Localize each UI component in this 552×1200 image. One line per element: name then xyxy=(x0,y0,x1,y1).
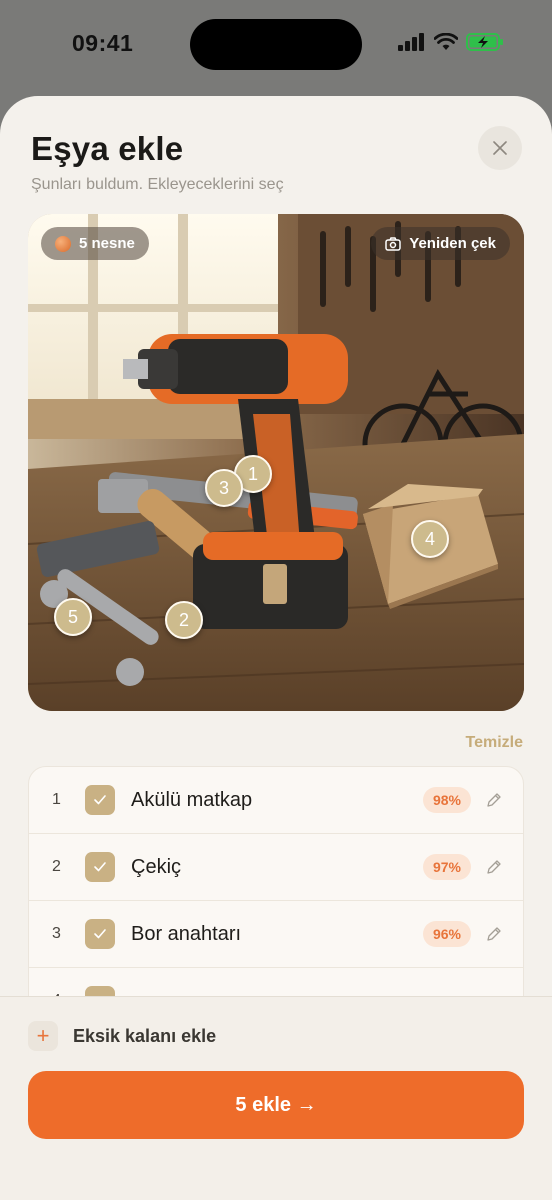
plus-icon: + xyxy=(28,1021,58,1051)
item-checkbox[interactable] xyxy=(85,919,115,949)
camera-icon xyxy=(385,236,402,251)
page-title: Eşya ekle xyxy=(31,130,184,167)
battery-charging-icon xyxy=(466,33,503,51)
retake-button[interactable]: Yeniden çek xyxy=(371,227,510,260)
object-marker-4[interactable]: 4 xyxy=(411,520,449,558)
list-item[interactable]: 1 Akülü matkap 98% xyxy=(29,767,523,834)
checkmark-icon xyxy=(94,862,106,872)
add-missing-label: Eksik kalanı ekle xyxy=(73,1025,217,1046)
wifi-icon xyxy=(434,33,458,50)
item-number: 2 xyxy=(52,858,61,875)
edit-pencil-icon[interactable] xyxy=(485,858,503,876)
close-icon xyxy=(493,141,507,155)
status-time: 09:41 xyxy=(72,30,134,56)
object-count-chip: 5 nesne xyxy=(41,227,149,260)
item-checkbox[interactable] xyxy=(85,785,115,815)
list-item[interactable]: 3 Bor anahtarı 96% xyxy=(29,901,523,968)
item-name: Çekiç xyxy=(131,855,182,878)
list-item[interactable]: 2 Çekiç 97% xyxy=(29,834,523,901)
confidence-badge: 96% xyxy=(422,921,471,947)
object-marker-3[interactable]: 3 xyxy=(205,469,243,507)
add-missing-button[interactable]: + Eksik kalanı ekle xyxy=(28,1021,216,1051)
clear-button[interactable]: Temizle xyxy=(466,734,524,752)
retake-label: Yeniden çek xyxy=(409,235,496,252)
detected-items-list: 1 Akülü matkap 98% 2 Çekiç 97% 3 Bor ana… xyxy=(28,766,524,1026)
add-items-sheet: Eşya ekle Şunları buldum. Ekleyeceklerin… xyxy=(0,96,552,1200)
scanned-photo: 5 nesne Yeniden çek 1 2 3 4 5 xyxy=(28,214,524,711)
object-marker-5[interactable]: 5 xyxy=(54,598,92,636)
bottom-action-panel: + Eksik kalanı ekle 5 ekle → xyxy=(0,996,552,1200)
item-checkbox[interactable] xyxy=(85,852,115,882)
orange-dot-icon xyxy=(55,235,71,252)
item-name: Akülü matkap xyxy=(131,788,253,811)
item-number: 1 xyxy=(52,791,61,808)
item-number: 3 xyxy=(52,925,61,942)
object-marker-2[interactable]: 2 xyxy=(165,601,203,639)
edit-pencil-icon[interactable] xyxy=(485,791,503,809)
object-count-label: 5 nesne xyxy=(79,235,135,252)
item-name: Bor anahtarı xyxy=(131,922,242,945)
dynamic-island xyxy=(190,19,362,70)
status-bar: 09:41 xyxy=(0,0,552,92)
confidence-badge: 97% xyxy=(422,854,471,880)
workshop-photo xyxy=(28,214,524,711)
checkmark-icon xyxy=(94,795,106,805)
signal-icon xyxy=(398,33,424,51)
page-subtitle: Şunları buldum. Ekleyeceklerini seç xyxy=(31,176,284,193)
add-items-button[interactable]: 5 ekle → xyxy=(28,1071,524,1139)
close-button[interactable] xyxy=(478,126,522,170)
checkmark-icon xyxy=(94,929,106,939)
status-icons xyxy=(398,33,504,51)
edit-pencil-icon[interactable] xyxy=(485,925,503,943)
confidence-badge: 98% xyxy=(422,787,471,813)
